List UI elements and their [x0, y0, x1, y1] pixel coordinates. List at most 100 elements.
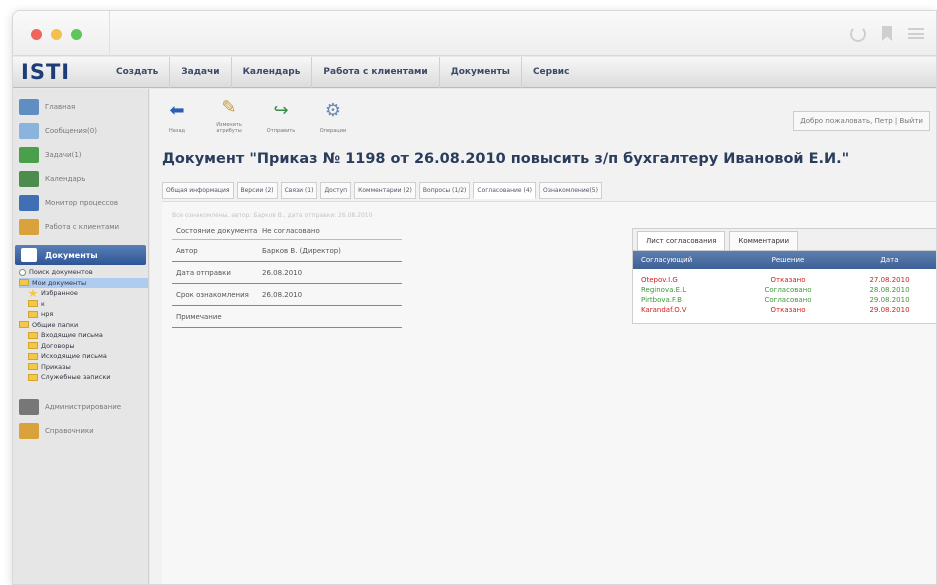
maximize-dot[interactable]	[71, 29, 82, 40]
send-icon: ↪	[273, 100, 289, 121]
send-label: Отправить	[266, 128, 296, 134]
tree-item-label: нря	[41, 310, 54, 319]
edit-label: Изменить атрибуты	[216, 122, 242, 134]
approval-date: 29.08.2010	[869, 296, 910, 304]
back-button[interactable]: ⬅ Назад	[154, 93, 200, 137]
nav-create[interactable]: Создать	[105, 57, 169, 88]
approval-row: Pirtbova.F.B Согласовано 29.08.2010	[633, 295, 936, 305]
tree-item-label: Договоры	[41, 341, 75, 350]
sidebar-section-documents[interactable]: Документы	[15, 245, 146, 265]
tree-item-label: Общие папки	[32, 320, 79, 329]
approval-tab-0[interactable]: Лист согласования	[637, 231, 726, 250]
tree-item[interactable]: Приказы	[19, 362, 148, 373]
info-key: Дата отправки	[176, 268, 231, 277]
approval-body: Otepov.I.G Отказано 27.08.2010 Reginova.E.L…	[633, 269, 936, 323]
tab-6[interactable]: Согласование (4)	[473, 182, 537, 199]
sidebar-item-label: Монитор процессов	[45, 199, 118, 207]
tree-item[interactable]: Избранное	[19, 288, 148, 299]
approval-row: Reginova.E.L Согласовано 28.08.2010	[633, 285, 936, 295]
sidebar-item-label: Работа с клиентами	[45, 223, 120, 231]
tab-7[interactable]: Ознакомление(5)	[539, 182, 602, 199]
tasks-icon	[19, 147, 39, 163]
document-tabs: Общая информация Версии (2) Связи (1) Досту…	[162, 182, 602, 199]
nav-clients[interactable]: Работа с клиентами	[311, 56, 438, 88]
edit-attributes-button[interactable]: ✎ Изменить атрибуты	[206, 93, 252, 137]
tree-item[interactable]: к	[19, 299, 148, 310]
folder-icon	[28, 310, 38, 318]
nav-tasks[interactable]: Задачи	[169, 56, 230, 88]
tree-item[interactable]: Мои документы	[19, 277, 148, 288]
bookmark-icon[interactable]	[882, 26, 892, 41]
sidebar-item[interactable]: Администрирование	[13, 395, 148, 419]
folder-icon	[28, 352, 38, 360]
tree-item[interactable]: Исходящие письма	[19, 351, 148, 362]
tree-item[interactable]: Договоры	[19, 341, 148, 352]
tree-item[interactable]: Поиск документов	[19, 267, 148, 278]
tree-item-label: Приказы	[41, 362, 71, 371]
app-navbar: ISTI Создать Задачи Календарь Работа с клие…	[13, 56, 936, 88]
sidebar-item[interactable]: Справочники	[13, 419, 148, 443]
doc-toolbar: ⬅ Назад ✎ Изменить атрибуты ↪ Отправить …	[154, 93, 394, 137]
sidebar-item-label: Справочники	[45, 426, 94, 435]
pencil-icon: ✎	[221, 97, 237, 118]
tab-3[interactable]: Доступ	[320, 182, 352, 199]
approval-header: Согласующий Решение Дата	[633, 251, 936, 269]
tree-item[interactable]: Общие папки	[19, 320, 148, 331]
folder-icon	[28, 363, 38, 371]
info-key: Автор	[176, 246, 198, 255]
tree-item-label: Избранное	[41, 289, 78, 298]
back-arrow-icon: ⬅	[169, 100, 185, 121]
nav-calendar[interactable]: Календарь	[230, 56, 312, 88]
folder-icon	[28, 300, 38, 308]
monitor-icon	[19, 195, 39, 211]
calendar-icon	[19, 171, 39, 187]
reload-icon[interactable]	[850, 25, 866, 42]
nav-service[interactable]: Сервис	[520, 56, 581, 88]
main-area: ⬅ Назад ✎ Изменить атрибуты ↪ Отправить …	[150, 89, 936, 584]
tab-5[interactable]: Вопросы (1/2)	[418, 182, 471, 199]
approval-tab-1[interactable]: Комментарии	[729, 231, 799, 250]
menu-icon[interactable]	[908, 28, 924, 39]
tab-1[interactable]: Версии (2)	[236, 182, 278, 199]
sidebar-top-items: Главная Сообщения(0) Задачи(1) Календарь Мон…	[13, 89, 148, 239]
approval-decision: Отказано	[770, 306, 806, 314]
star-icon	[28, 288, 38, 297]
operations-label: Операции	[319, 128, 347, 134]
reference-icon	[19, 422, 39, 439]
info-row: Дата отправки 26.08.2010	[172, 262, 402, 284]
sidebar-item[interactable]: Работа с клиентами	[13, 215, 148, 239]
nav-documents[interactable]: Документы	[438, 56, 521, 88]
tab-2[interactable]: Связи (1)	[280, 182, 318, 199]
send-button[interactable]: ↪ Отправить	[258, 93, 304, 137]
tab-4[interactable]: Комментарии (2)	[354, 182, 416, 199]
sidebar-item-label: Сообщения(0)	[45, 127, 97, 135]
tree-item[interactable]: Входящие письма	[19, 330, 148, 341]
mail-icon	[19, 123, 39, 139]
operations-button[interactable]: ⚙ Операции	[310, 93, 356, 137]
app-logo[interactable]: ISTI	[21, 60, 105, 84]
tab-0[interactable]: Общая информация	[162, 182, 234, 199]
welcome-bar[interactable]: Добро пожаловать, Петр | Выйти	[793, 111, 930, 131]
sidebar-item[interactable]: Задачи(1)	[13, 143, 148, 167]
sidebar-item[interactable]: Сообщения(0)	[13, 119, 148, 143]
sidebar-item-label: Главная	[45, 103, 76, 111]
tree-item[interactable]: нря	[19, 309, 148, 320]
approval-date: 27.08.2010	[869, 276, 910, 284]
minimize-dot[interactable]	[51, 29, 62, 40]
sidebar-item-label: Задачи(1)	[45, 151, 82, 159]
document-tree: Поиск документов Мои документы Избранное к н…	[13, 267, 148, 383]
sidebar-item[interactable]: Календарь	[13, 167, 148, 191]
folder-icon	[28, 342, 38, 350]
info-row: Автор Барков В. (Директор)	[172, 240, 402, 262]
approval-name: Otepov.I.G	[641, 276, 678, 284]
info-key: Состояние документа	[176, 226, 258, 235]
approval-row: Otepov.I.G Отказано 27.08.2010	[633, 275, 936, 285]
header-approver: Согласующий	[641, 256, 693, 264]
document-info-table: Состояние документа Не согласовано Автор Ба…	[172, 222, 402, 328]
sidebar-item[interactable]: Монитор процессов	[13, 191, 148, 215]
approval-name: Pirtbova.F.B	[641, 296, 682, 304]
tree-item-label: Служебные записки	[41, 373, 111, 382]
close-dot[interactable]	[31, 29, 42, 40]
sidebar-item[interactable]: Главная	[13, 95, 148, 119]
tree-item[interactable]: Служебные записки	[19, 372, 148, 383]
